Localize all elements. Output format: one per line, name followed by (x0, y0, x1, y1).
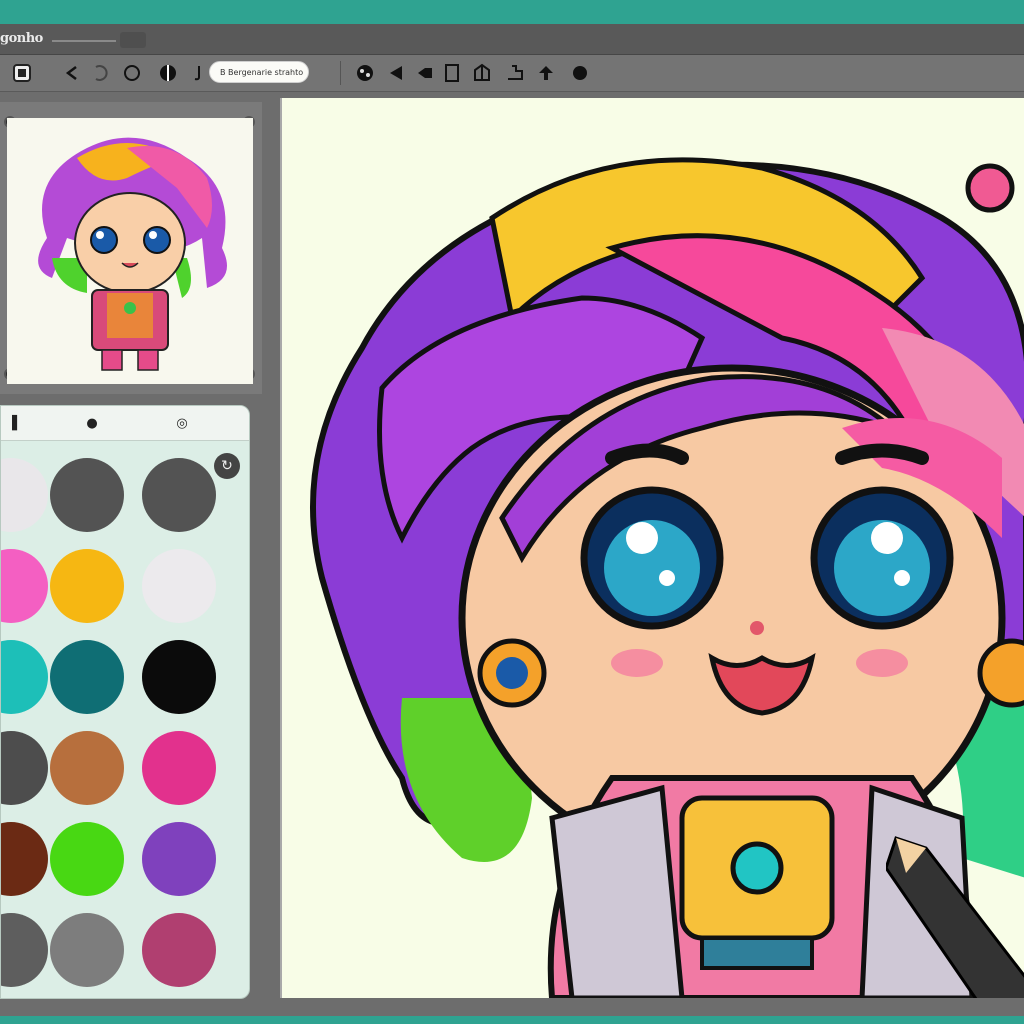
app-title: gonho (0, 31, 43, 46)
window-control[interactable] (120, 32, 146, 48)
drawing-canvas[interactable] (280, 98, 1024, 998)
color-swatch[interactable] (1, 640, 48, 714)
palette-header: ▐ ● ◎ (1, 406, 249, 441)
color-swatch[interactable] (50, 458, 124, 532)
color-dot-icon[interactable] (568, 61, 592, 85)
refresh-icon[interactable]: ↻ (214, 453, 240, 479)
color-swatch[interactable] (50, 913, 124, 987)
color-swatch[interactable] (1, 913, 48, 987)
redo-icon[interactable] (88, 61, 112, 85)
color-swatch[interactable] (50, 731, 124, 805)
home-icon[interactable] (10, 61, 34, 85)
pen-icon[interactable] (384, 61, 408, 85)
reference-panel (0, 102, 262, 394)
color-swatch[interactable] (1, 731, 48, 805)
color-swatch[interactable] (1, 549, 48, 623)
color-swatch[interactable] (50, 822, 124, 896)
color-palette-panel: ▐ ● ◎ ↻ (0, 405, 250, 999)
shapes-icon[interactable] (353, 61, 377, 85)
frame-icon[interactable] (440, 61, 464, 85)
toolbar-divider (340, 61, 341, 85)
color-swatch[interactable] (142, 731, 216, 805)
color-swatch[interactable] (50, 549, 124, 623)
color-swatch[interactable] (50, 640, 124, 714)
app-window: gonho B Bergenarie strahto ▐ ● ◎ ↻ (0, 24, 1024, 1016)
color-swatch[interactable] (1, 458, 48, 532)
color-swatch[interactable] (142, 549, 216, 623)
lasso-icon[interactable] (120, 61, 144, 85)
pencil-cursor-icon (886, 836, 1024, 998)
toolbar: B Bergenarie strahto (0, 55, 1024, 92)
reference-image (7, 118, 253, 384)
palette-tab-icon[interactable]: ▐ (1, 412, 23, 434)
color-swatch[interactable] (142, 458, 216, 532)
search-input[interactable]: B Bergenarie strahto (209, 61, 309, 83)
eraser-icon[interactable] (413, 61, 437, 85)
color-swatch[interactable] (142, 913, 216, 987)
settings-tab-icon[interactable]: ◎ (171, 412, 193, 434)
upload-icon[interactable] (534, 61, 558, 85)
color-swatch[interactable] (142, 822, 216, 896)
perspective-icon[interactable] (470, 61, 494, 85)
text-icon[interactable] (186, 61, 210, 85)
title-bar: gonho (0, 24, 1024, 55)
title-divider (52, 40, 116, 42)
color-swatch[interactable] (142, 640, 216, 714)
layer-icon[interactable] (503, 61, 527, 85)
undo-icon[interactable] (60, 61, 84, 85)
fill-icon[interactable] (156, 61, 180, 85)
color-swatch[interactable] (1, 822, 48, 896)
swatches-tab-icon[interactable]: ● (81, 412, 103, 434)
